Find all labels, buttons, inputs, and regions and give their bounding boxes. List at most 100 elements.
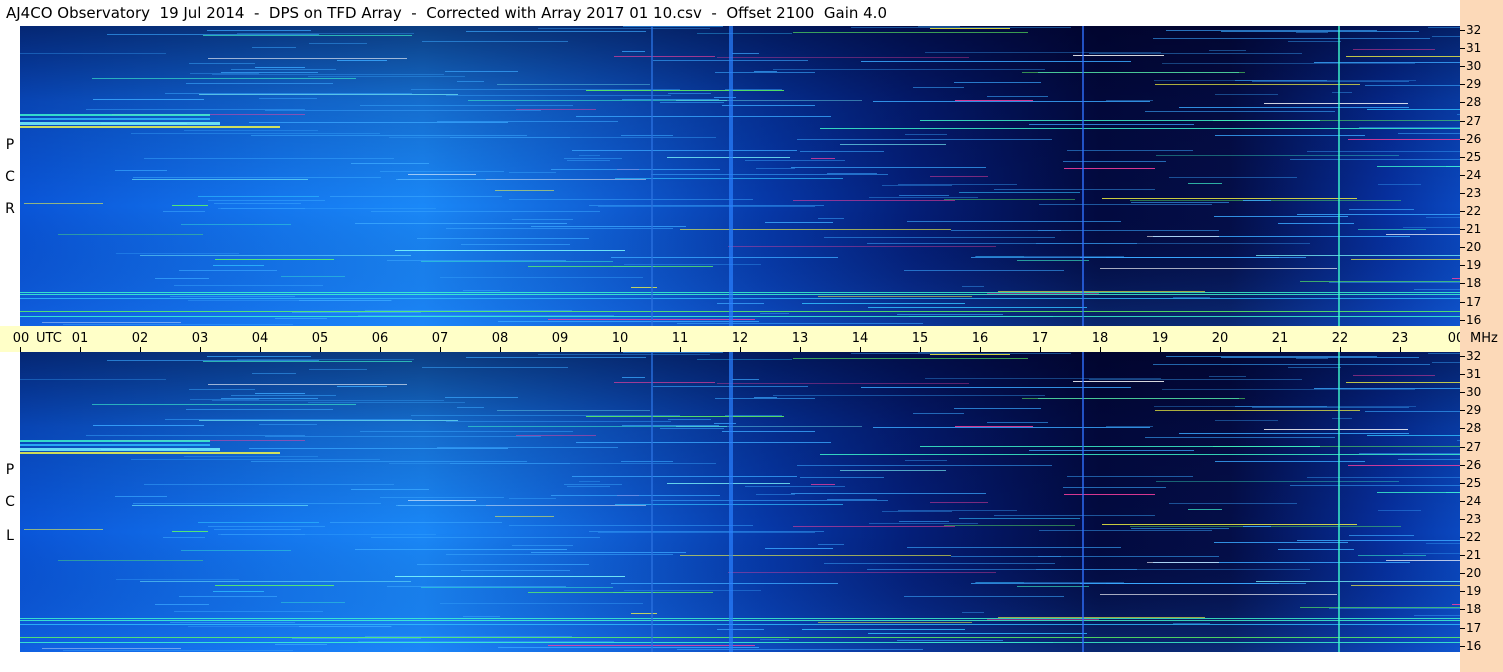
spectrogram-line: [389, 463, 570, 464]
spectrogram-line: [1154, 406, 1416, 407]
spectrogram-line: [905, 134, 947, 135]
spectrogram-line: [773, 395, 1045, 396]
spectrogram-line: [611, 583, 838, 584]
frequency-tick-label: 25: [1466, 475, 1482, 490]
spectrogram-line: [680, 555, 951, 556]
spectrogram-line: [1358, 555, 1426, 556]
spectrogram-line: [207, 30, 311, 31]
spectrogram-line: [140, 255, 411, 256]
frequency-tick-mark: [1460, 229, 1465, 231]
spectrogram-line: [861, 387, 1131, 388]
spectrogram-line: [251, 461, 527, 462]
spectrogram-line: [330, 196, 502, 197]
spectrogram-line: [446, 421, 671, 422]
frequency-tick-label: 22: [1466, 530, 1482, 544]
rfi-band: [20, 452, 280, 454]
spectrogram-line: [818, 296, 972, 297]
frequency-tick-mark: [1460, 392, 1465, 394]
spectrogram-line: [360, 431, 573, 432]
time-tick-label: 03: [191, 331, 209, 346]
spectrogram-line: [861, 61, 1131, 62]
spectrogram-line: [252, 373, 296, 374]
spectrogram-line: [1349, 209, 1414, 210]
spectrogram-line: [998, 617, 1205, 618]
spectrogram-line: [567, 486, 610, 487]
time-tick-mark: [800, 347, 801, 352]
rfi-band: [20, 642, 1460, 643]
spectrogram-line: [668, 93, 711, 94]
spectrogram-line: [174, 611, 323, 612]
spectrogram-line: [797, 465, 1052, 466]
frequency-tick-mark: [1460, 428, 1465, 430]
spectrogram-line: [904, 596, 1064, 597]
time-tick-mark: [1220, 347, 1221, 352]
spectrogram-line: [215, 259, 334, 260]
time-tick-label: 05: [311, 331, 329, 346]
time-tick-label: 20: [1211, 331, 1229, 346]
spectrogram-line: [1351, 259, 1460, 260]
spectrogram-line: [717, 57, 969, 58]
spectrogram-line: [174, 285, 323, 286]
rfi-band: [20, 618, 1460, 619]
spectrogram-line: [1367, 435, 1460, 436]
spectrogram-line: [1426, 543, 1460, 544]
frequency-tick-mark: [1460, 247, 1465, 249]
spectrogram-line: [437, 447, 618, 448]
time-tick-mark: [920, 347, 921, 352]
frequency-tick-mark: [1460, 174, 1465, 176]
spectrogram-line: [1209, 376, 1246, 377]
spectrogram-line: [987, 96, 1048, 97]
spectrogram-line: [1332, 92, 1352, 93]
spectrogram-line: [722, 431, 815, 432]
spectrogram-line: [1348, 139, 1460, 140]
spectrogram-line: [387, 260, 566, 261]
spectrogram-line: [538, 28, 710, 29]
spectrogram-line: [408, 500, 476, 501]
spectrogram-line: [92, 404, 356, 405]
spectrogram-line: [868, 633, 1087, 634]
spectrogram-line: [1296, 358, 1328, 359]
spectrogram-line: [411, 89, 680, 90]
spectrogram-line: [818, 544, 844, 545]
spectrogram-line: [275, 644, 327, 645]
spectrogram-line: [461, 570, 570, 571]
spectrogram-line: [905, 460, 947, 461]
spectrogram-line: [576, 116, 831, 117]
spectrogram-line: [1156, 481, 1399, 482]
spectrogram-line: [516, 109, 596, 110]
spectrogram-line: [732, 53, 759, 54]
spectrogram-line: [898, 510, 1017, 511]
spectrogram-line: [987, 422, 1048, 423]
spectrogram-line: [131, 133, 380, 134]
spectrogram-line: [728, 572, 996, 573]
spectrogram-line: [631, 613, 657, 614]
spectrogram-line: [58, 560, 203, 561]
spectrogram-line: [897, 640, 1003, 641]
spectrogram-line: [899, 195, 949, 196]
time-tick-label: 14: [851, 331, 869, 346]
spectrogram-line: [133, 177, 381, 178]
spectrogram-line: [954, 408, 1041, 409]
frequency-tick-mark: [1460, 84, 1465, 86]
spectrogram-line: [1154, 80, 1416, 81]
vertical-feature: [1338, 26, 1340, 326]
spectrogram-line: [1300, 607, 1460, 608]
spectrogram-line: [165, 419, 412, 420]
spectrogram-line: [371, 211, 600, 212]
spectrogram-line: [421, 261, 613, 262]
spectrogram-line: [463, 290, 500, 291]
spectrogram-line: [586, 90, 784, 91]
spectrogram-line: [717, 303, 764, 304]
spectrogram-line: [1414, 615, 1460, 616]
spectrogram-line: [358, 315, 614, 316]
frequency-tick-label: 17: [1466, 294, 1482, 309]
spectrogram-line: [898, 184, 1017, 185]
frequency-tick-mark: [1460, 537, 1465, 538]
time-tick-label: 01: [71, 331, 89, 346]
spectrogram-line: [213, 591, 264, 592]
spectrogram-line: [765, 548, 833, 549]
spectrogram-line: [579, 155, 600, 156]
spectrogram-line: [802, 629, 965, 630]
spectrogram-line: [624, 590, 761, 591]
time-tick-label: 10: [611, 331, 629, 346]
